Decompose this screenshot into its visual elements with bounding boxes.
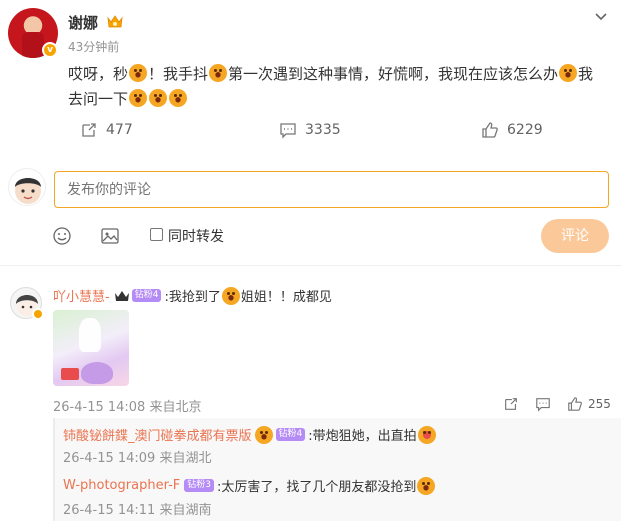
reply-text: :带炮狙她，出直拍: [308, 429, 417, 444]
comment-like-count: 255: [588, 397, 611, 411]
post-text-part: ！我手抖: [148, 65, 209, 83]
post-text-part: 第一次遇到这种事情，好慌啊，我现在应该怎么办: [228, 65, 559, 83]
fan-badge: 钻粉4: [131, 289, 162, 302]
repost-icon: [82, 123, 96, 137]
current-user-avatar: [8, 168, 46, 206]
crown-icon: [107, 15, 123, 28]
repost-button[interactable]: 477: [80, 120, 133, 140]
author-name[interactable]: 谢娜: [68, 12, 98, 33]
comment-text: 姐姐！！成都见: [240, 290, 332, 305]
like-icon: [482, 122, 498, 138]
crying-emoji-icon: [417, 476, 436, 495]
fan-badge: 钻粉3: [184, 479, 214, 492]
emoji-icon: [209, 64, 228, 82]
comment-icon: [280, 123, 296, 139]
reply-text: :太厉害了，找了几个朋友都没抢到: [216, 480, 417, 495]
heart-eyes-emoji-icon: [417, 425, 436, 444]
like-icon[interactable]: [567, 396, 583, 412]
comment-input[interactable]: [54, 171, 609, 208]
reply-line: W-photographer-F 钻粉3 :太厉害了，找了几个朋友都没抢到: [63, 476, 436, 495]
replier-name[interactable]: W-photographer-F: [63, 478, 180, 493]
divider: [0, 265, 621, 266]
comment-icon[interactable]: [535, 396, 551, 412]
comment-text: :我抢到了: [164, 290, 221, 305]
reply-meta: 26-4-15 14:11 来自湖南: [63, 503, 212, 518]
repost-checkbox[interactable]: [150, 228, 163, 241]
commenter-name[interactable]: 吖小慧慧-: [53, 286, 110, 305]
repost-icon[interactable]: [503, 396, 519, 412]
crying-emoji-icon: [221, 286, 240, 305]
emoji-icon: [254, 425, 273, 444]
thumbnail-mascot: [81, 362, 113, 384]
emoji-icon: [129, 64, 148, 82]
repost-checkbox-label[interactable]: 同时转发: [168, 226, 224, 246]
chevron-down-icon[interactable]: [592, 8, 610, 26]
thumbnail-figure: [79, 318, 101, 352]
post-text-part: 哎呀，秒: [68, 65, 129, 83]
comment-image-thumbnail[interactable]: [53, 310, 129, 386]
comment-count: 3335: [305, 122, 341, 138]
comment-meta: 26-4-15 14:08 来自北京: [53, 400, 202, 415]
reply-line: 铈酸铋餅鍱_澳门碰拳成都有票版 钻粉4 :带炮狙她，出直拍: [63, 425, 437, 444]
repost-count: 477: [106, 122, 133, 138]
thumbnail-sticker: [61, 368, 79, 380]
verified-badge-icon: [32, 308, 44, 320]
verified-badge-icon: v: [42, 42, 58, 58]
like-count: 6229: [507, 122, 543, 138]
post-time[interactable]: 43分钟前: [68, 38, 119, 55]
emoji-icon[interactable]: [52, 226, 72, 246]
emoji-icon: [559, 64, 578, 82]
post-text: 哎呀，秒 ！我手抖 第一次遇到这种事情，好慌啊，我现在应该怎么办 我去问一下: [68, 62, 598, 112]
emoji-icon: [169, 89, 188, 107]
like-button[interactable]: 6229: [481, 120, 543, 140]
reply-meta: 26-4-15 14:09 来自湖北: [63, 451, 212, 466]
emoji-icon: [149, 89, 168, 107]
fan-badge: 钻粉4: [275, 428, 306, 441]
comment-button[interactable]: 3335: [279, 120, 341, 140]
submit-comment-button[interactable]: 评论: [541, 219, 609, 253]
crown-icon: [114, 290, 129, 301]
image-icon[interactable]: [100, 226, 120, 246]
cartoon-avatar-icon: [15, 178, 41, 204]
comment-line: 吖小慧慧- 钻粉4 :我抢到了 姐姐！！成都见: [53, 286, 332, 305]
replier-name[interactable]: 铈酸铋餅鍱_澳门碰拳成都有票版: [63, 425, 252, 444]
emoji-icon: [129, 89, 148, 107]
